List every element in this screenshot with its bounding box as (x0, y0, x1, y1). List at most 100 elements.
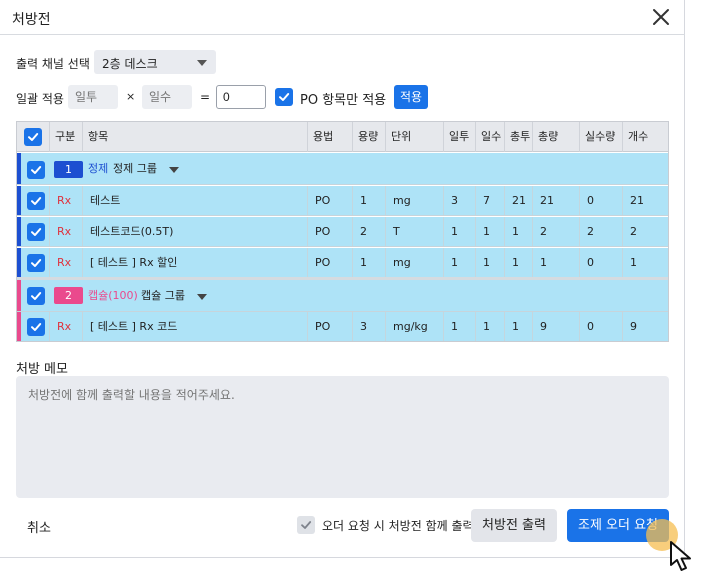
dialog-titlebar: 처방전 (0, 0, 685, 35)
equals-symbol: = (200, 90, 211, 104)
cell-unit: mg (385, 186, 443, 215)
cell-actual-qty: 2 (579, 217, 622, 246)
row-checkbox[interactable] (27, 192, 45, 210)
group-color-strip (17, 280, 21, 311)
select-all-checkbox[interactable] (24, 128, 42, 146)
group-name: 캡슐 그룹 (141, 289, 185, 302)
header-total-doses: 총투 (504, 122, 532, 152)
cell-actual-qty: 0 (579, 186, 622, 215)
po-only-label: PO 항목만 적용 (300, 93, 387, 108)
cell-dose: 3 (352, 312, 385, 341)
check-icon (279, 93, 290, 101)
cell-days: 1 (475, 217, 504, 246)
cell-unit: T (385, 217, 443, 246)
cell-total-amount: 2 (532, 217, 579, 246)
channel-select[interactable]: 2층 데스크 (94, 50, 216, 74)
check-icon (31, 259, 42, 267)
row-checkbox[interactable] (27, 318, 45, 336)
group-color-strip (17, 186, 21, 215)
cell-item: [ 테스트 ] Rx 코드 (82, 312, 307, 341)
print-with-order-label: 오더 요청 시 처방전 함께 출력 (322, 519, 474, 533)
memo-label: 처방 메모 (16, 362, 68, 377)
cell-dose: 2 (352, 217, 385, 246)
cell-count: 9 (622, 312, 668, 341)
table-row[interactable]: Rx [ 테스트 ] Rx 할인 PO 1 mg 1 1 1 1 0 1 (17, 248, 668, 278)
group-color-strip (17, 217, 21, 246)
group-row-2[interactable]: 2 캡슐(100) 캡슐 그룹 (17, 280, 668, 312)
apply-button[interactable]: 적용 (394, 85, 428, 109)
table-row[interactable]: Rx [ 테스트 ] Rx 코드 PO 3 mg/kg 1 1 1 9 0 9 (17, 312, 668, 341)
group-color-strip (17, 153, 21, 184)
cell-type: Rx (49, 312, 82, 341)
cell-usage: PO (307, 248, 352, 277)
cell-count: 21 (622, 186, 668, 215)
dialog-title: 처방전 (12, 12, 51, 28)
group-checkbox[interactable] (27, 287, 45, 305)
bulk-apply-label: 일괄 적용 (16, 92, 64, 106)
cell-item: 테스트 (82, 186, 307, 215)
cell-type: Rx (49, 248, 82, 277)
cell-usage: PO (307, 217, 352, 246)
cancel-button[interactable]: 취소 (27, 517, 51, 536)
check-icon (31, 228, 42, 236)
check-icon (28, 133, 39, 141)
group-name: 정제 그룹 (113, 162, 157, 175)
group-number-badge: 1 (54, 161, 83, 178)
header-actual-qty: 실수량 (579, 122, 622, 152)
cell-days: 1 (475, 248, 504, 277)
cell-type: Rx (49, 217, 82, 246)
table-row[interactable]: Rx 테스트 PO 1 mg 3 7 21 21 0 21 (17, 186, 668, 216)
chevron-down-icon[interactable] (169, 167, 179, 173)
po-only-checkbox[interactable] (275, 88, 293, 106)
cell-count: 1 (622, 248, 668, 277)
header-days: 일수 (475, 122, 504, 152)
cell-total-doses: 1 (504, 217, 532, 246)
check-icon (31, 197, 42, 205)
header-unit: 단위 (385, 122, 443, 152)
print-prescription-button[interactable]: 처방전 출력 (471, 509, 557, 542)
table-row[interactable]: Rx 테스트코드(0.5T) PO 2 T 1 1 1 2 2 2 (17, 217, 668, 247)
cell-total-doses: 1 (504, 312, 532, 341)
header-type: 구분 (49, 122, 82, 152)
daily-dose-input[interactable] (68, 85, 118, 109)
close-icon (653, 9, 669, 25)
cell-days: 7 (475, 186, 504, 215)
group-tag: 정제 (88, 162, 109, 175)
times-symbol: × (126, 90, 136, 103)
print-with-order-checkbox[interactable] (297, 516, 315, 534)
group-checkbox[interactable] (27, 161, 45, 179)
check-icon (31, 166, 42, 174)
group-tag: 캡슐(100) (88, 289, 138, 302)
mouse-pointer-icon (670, 541, 691, 571)
check-icon (301, 521, 312, 529)
header-total-amount: 총량 (532, 122, 579, 152)
cell-daily: 3 (443, 186, 475, 215)
cell-days: 1 (475, 312, 504, 341)
cell-dose: 1 (352, 248, 385, 277)
group-row-1[interactable]: 1 정제 정제 그룹 (17, 153, 668, 185)
chevron-down-icon (197, 60, 207, 66)
cell-unit: mg/kg (385, 312, 443, 341)
cell-dose: 1 (352, 186, 385, 215)
days-input[interactable] (142, 85, 192, 109)
cell-daily: 1 (443, 312, 475, 341)
memo-textarea[interactable] (16, 376, 669, 498)
close-button[interactable] (651, 7, 671, 27)
check-icon (31, 292, 42, 300)
header-dose: 용량 (352, 122, 385, 152)
cell-total-doses: 21 (504, 186, 532, 215)
cell-usage: PO (307, 186, 352, 215)
cell-total-amount: 1 (532, 248, 579, 277)
channel-select-value: 2층 데스크 (102, 57, 158, 71)
row-checkbox[interactable] (27, 223, 45, 241)
channel-label: 출력 채널 선택 (16, 57, 90, 71)
cell-total-doses: 1 (504, 248, 532, 277)
chevron-down-icon[interactable] (197, 294, 207, 300)
cell-daily: 1 (443, 217, 475, 246)
total-input[interactable] (216, 85, 266, 109)
group-color-strip (17, 248, 21, 277)
cell-count: 2 (622, 217, 668, 246)
row-checkbox[interactable] (27, 254, 45, 272)
cell-total-amount: 9 (532, 312, 579, 341)
cell-usage: PO (307, 312, 352, 341)
